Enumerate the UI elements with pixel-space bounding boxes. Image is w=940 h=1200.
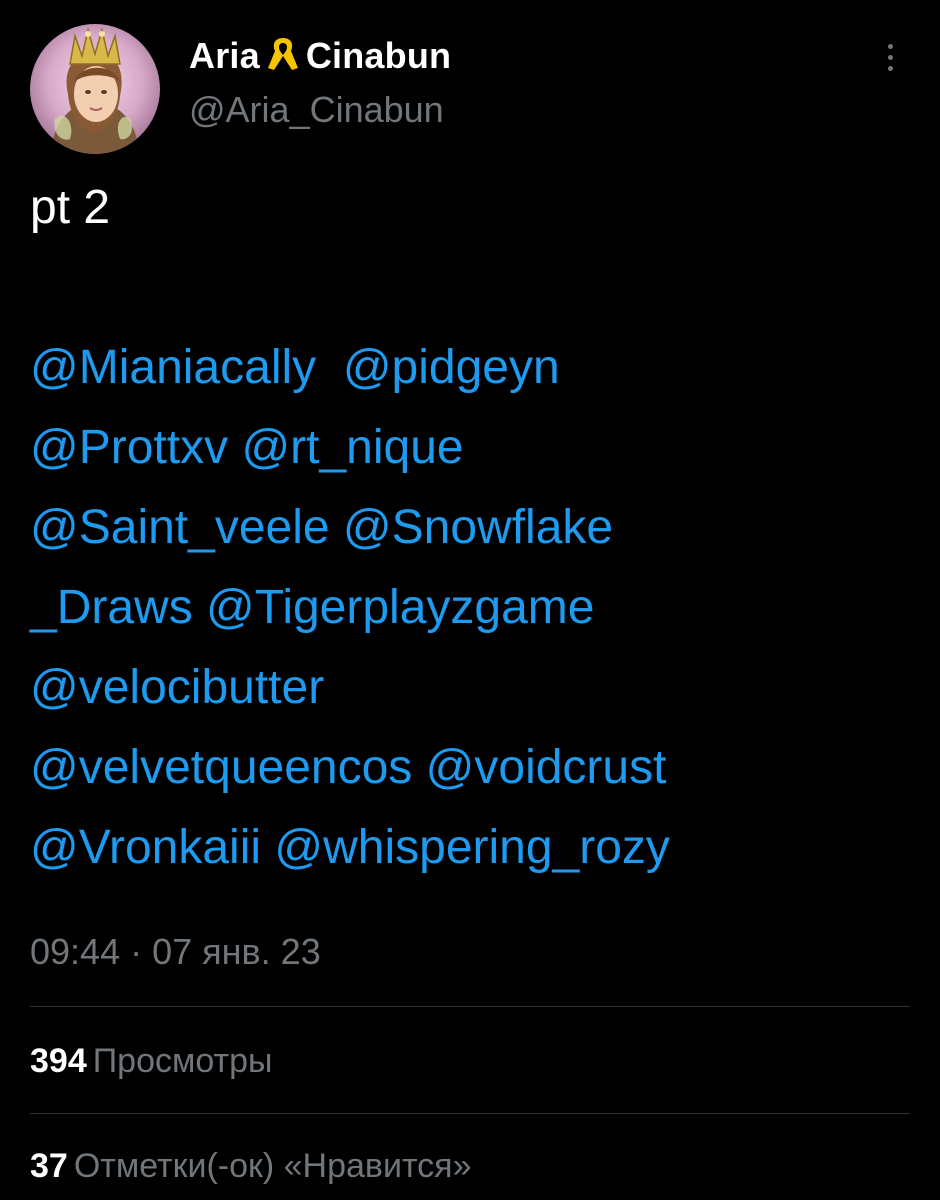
- tweet-time: 09:44: [30, 931, 121, 972]
- divider: [30, 1113, 910, 1114]
- views-stat[interactable]: 394 Просмотры: [30, 1036, 272, 1086]
- mention-line: @Vronkaiii @whispering_rozy: [30, 808, 910, 888]
- views-label: Просмотры: [92, 1042, 273, 1080]
- likes-label: Отметки(-ок) «Нравится»: [73, 1147, 472, 1185]
- mention-link[interactable]: @Mianiacally: [30, 341, 316, 394]
- mention-link[interactable]: _Draws: [30, 581, 193, 634]
- user-handle[interactable]: @Aria_Cinabun: [189, 88, 451, 132]
- mention-link[interactable]: @velvetqueencos: [30, 741, 412, 794]
- avatar-image: [30, 24, 160, 154]
- mention-link[interactable]: @Vronkaiii: [30, 821, 261, 874]
- mention-link[interactable]: @whispering_rozy: [274, 821, 670, 874]
- yellow-ribbon-icon: [264, 34, 302, 74]
- tweet-header: Aria Cinabun @Aria_Cinabun: [30, 24, 910, 154]
- mention-link[interactable]: @rt_nique: [241, 421, 463, 474]
- mention-link[interactable]: @pidgeyn: [343, 341, 560, 394]
- mention-link[interactable]: @Prottxv: [30, 421, 228, 474]
- likes-stat[interactable]: 37 Отметки(-ок) «Нравится»: [30, 1141, 472, 1191]
- divider: [30, 1006, 910, 1007]
- mention-line: _Draws @Tigerplayzgame: [30, 568, 910, 648]
- tweet-intro: pt 2: [30, 181, 111, 234]
- mention-line: @Mianiacally @pidgeyn: [30, 328, 910, 408]
- tweet-date: 07 янв. 23: [152, 931, 321, 972]
- mention-link[interactable]: @Tigerplayzgame: [206, 581, 594, 634]
- views-count: 394: [30, 1042, 87, 1080]
- mention-link[interactable]: @Snowflake: [343, 501, 613, 554]
- tweet-timestamp[interactable]: 09:44 · 07 янв. 23: [30, 924, 321, 980]
- mention-line: @velvetqueencos @voidcrust: [30, 728, 910, 808]
- more-options-icon[interactable]: [882, 44, 898, 84]
- mention-line: @velocibutter: [30, 648, 910, 728]
- mention-link[interactable]: @voidcrust: [426, 741, 667, 794]
- tweet-body: pt 2 @Mianiacally @pidgeyn @Prottxv @rt_…: [30, 168, 910, 888]
- mention-link[interactable]: @Saint_veele: [30, 501, 330, 554]
- display-name-part1: Aria: [189, 35, 260, 76]
- display-name-part2: Cinabun: [305, 35, 452, 76]
- avatar[interactable]: [30, 24, 160, 154]
- likes-count: 37: [30, 1147, 68, 1185]
- display-name[interactable]: Aria Cinabun: [189, 34, 451, 78]
- mention-link[interactable]: @velocibutter: [30, 661, 324, 714]
- mention-line: @Saint_veele @Snowflake: [30, 488, 910, 568]
- mention-line: @Prottxv @rt_nique: [30, 408, 910, 488]
- meta-separator: ·: [130, 931, 143, 972]
